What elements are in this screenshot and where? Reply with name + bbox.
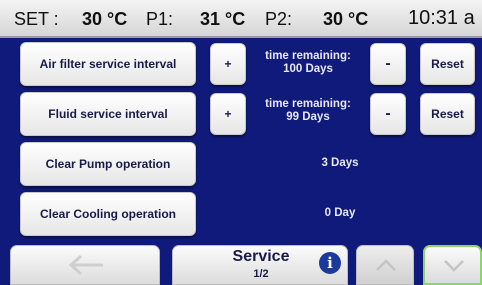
p1-value: 31 °C (200, 9, 246, 29)
pump-operation-value: 3 Days (321, 157, 359, 169)
info-icon[interactable]: i (319, 252, 341, 274)
fluid-reset-label: Reset (431, 107, 464, 121)
air-filter-service-button[interactable]: Air filter service interval (20, 42, 196, 86)
air-filter-reset-label: Reset (431, 57, 464, 71)
plus-icon: + (224, 57, 232, 71)
clear-cooling-operation-button[interactable]: Clear Cooling operation (20, 192, 196, 236)
fluid-service-button[interactable]: Fluid service interval (20, 92, 196, 136)
air-filter-time-remaining: time remaining: 100 Days (256, 50, 360, 76)
set-label: SET : (14, 9, 59, 29)
clear-pump-operation-label: Clear Pump operation (45, 157, 171, 171)
fluid-decrease-button[interactable]: - (370, 93, 406, 135)
air-filter-decrease-button[interactable]: - (370, 43, 406, 85)
air-filter-reset-button[interactable]: Reset (420, 43, 475, 85)
status-bar: SET : 30 °C P1: 31 °C P2: 30 °C 10:31 a (0, 0, 482, 38)
fluid-service-label: Fluid service interval (48, 107, 168, 121)
air-filter-remaining-value: 100 Days (283, 63, 333, 75)
scroll-down-button[interactable] (423, 245, 482, 285)
plus-icon: + (224, 107, 232, 121)
clear-pump-operation-button[interactable]: Clear Pump operation (20, 142, 196, 186)
scroll-up-button[interactable] (356, 245, 414, 285)
fluid-remaining-value: 99 Days (286, 111, 330, 123)
air-filter-service-label: Air filter service interval (39, 57, 177, 71)
clear-cooling-operation-label: Clear Cooling operation (39, 207, 176, 221)
clock: 10:31 a (408, 7, 475, 29)
p1-label: P1: (146, 9, 174, 29)
fluid-time-remaining: time remaining: 99 Days (256, 98, 360, 124)
fluid-remaining-label: time remaining: (265, 98, 351, 110)
chevron-up-icon (376, 259, 396, 271)
page-title-panel: Service 1/2 i (172, 245, 348, 285)
p2-value: 30 °C (323, 9, 369, 29)
air-filter-increase-button[interactable]: + (210, 43, 246, 85)
p2-label: P2: (265, 9, 293, 29)
set-value: 30 °C (82, 9, 128, 29)
minus-icon: - (385, 105, 391, 122)
fluid-increase-button[interactable]: + (210, 93, 246, 135)
navigation-bar: Service 1/2 i (0, 245, 482, 285)
fluid-reset-button[interactable]: Reset (420, 93, 475, 135)
chevron-down-icon (444, 260, 464, 272)
minus-icon: - (385, 55, 391, 72)
air-filter-remaining-label: time remaining: (265, 50, 351, 62)
arrow-left-icon (68, 254, 103, 276)
back-button[interactable] (10, 245, 160, 285)
cooling-operation-value: 0 Day (324, 207, 356, 219)
